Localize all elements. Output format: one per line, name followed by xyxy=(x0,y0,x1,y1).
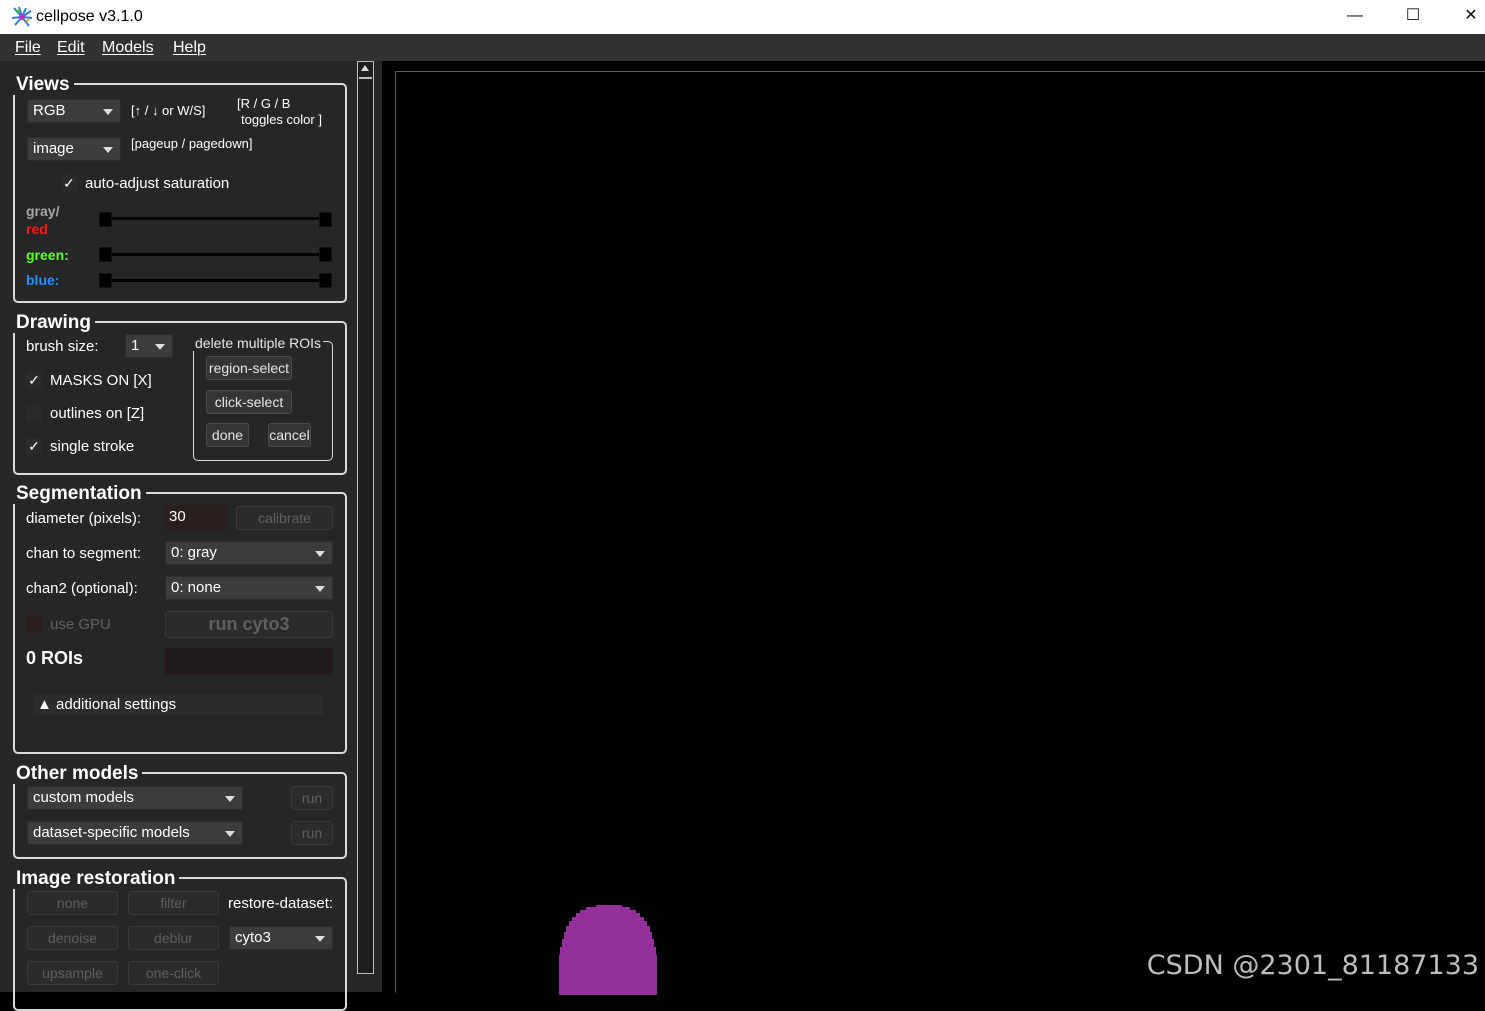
menu-models[interactable]: Models xyxy=(102,39,154,57)
run-cyto3-button[interactable]: run cyto3 xyxy=(165,611,333,638)
panel-scrollbar[interactable] xyxy=(357,61,374,974)
red-label: red xyxy=(26,221,48,237)
rois-count: 0 ROIs xyxy=(26,648,84,668)
image-restoration-title: Image restoration xyxy=(13,869,180,889)
views-title: Views xyxy=(13,75,74,95)
calibrate-button[interactable]: calibrate xyxy=(236,506,333,530)
color-mode-select[interactable]: RGB xyxy=(27,99,121,123)
chan-segment-value: 0: gray xyxy=(171,544,217,561)
outlines-checkbox[interactable] xyxy=(26,405,42,421)
menu-bar: File Edit Models Help xyxy=(0,34,1485,61)
chevron-down-icon xyxy=(225,831,235,837)
watermark: CSDN @2301_81187133 xyxy=(1146,950,1479,981)
green-slider-max-handle[interactable] xyxy=(319,247,332,262)
none-button[interactable]: none xyxy=(27,891,118,915)
done-button[interactable]: done xyxy=(206,423,249,447)
diameter-input[interactable]: 30 xyxy=(165,505,227,530)
click-select-button[interactable]: click-select xyxy=(206,390,292,414)
image-canvas[interactable] xyxy=(395,71,1485,995)
green-label: green: xyxy=(26,247,69,263)
gray-red-slider-min-handle[interactable] xyxy=(99,212,112,227)
upsample-button[interactable]: upsample xyxy=(27,961,118,985)
green-slider-min-handle[interactable] xyxy=(99,247,112,262)
chevron-down-icon xyxy=(103,109,113,115)
chan-segment-select[interactable]: 0: gray xyxy=(165,541,333,565)
menu-help[interactable]: Help xyxy=(173,39,206,57)
chan2-select[interactable]: 0: none xyxy=(165,576,333,600)
restore-dataset-select[interactable]: cyto3 xyxy=(229,926,333,950)
custom-models-select[interactable]: custom models xyxy=(27,786,243,810)
maximize-button[interactable]: ☐ xyxy=(1384,0,1442,34)
custom-models-value: custom models xyxy=(33,789,134,806)
scroll-up-arrow-icon[interactable] xyxy=(361,65,369,71)
additional-settings-toggle[interactable]: ▲ additional settings xyxy=(33,695,323,715)
progress-bar xyxy=(165,648,333,675)
color-mode-value: RGB xyxy=(33,102,66,119)
run-dataset-button[interactable]: run xyxy=(291,821,333,845)
window-title: cellpose v3.1.0 xyxy=(36,8,143,25)
restore-dataset-label: restore-dataset: xyxy=(228,895,334,912)
view-mode-value: image xyxy=(33,140,74,157)
use-gpu-label: use GPU xyxy=(50,616,111,633)
menu-file[interactable]: File xyxy=(15,39,41,57)
masks-label: MASKS ON [X] xyxy=(50,372,152,389)
brush-size-value: 1 xyxy=(131,337,140,354)
brush-size-select[interactable]: 1 xyxy=(125,334,173,358)
one-click-button[interactable]: one-click xyxy=(128,961,219,985)
chevron-down-icon xyxy=(155,344,165,350)
auto-adjust-label: auto-adjust saturation xyxy=(85,175,230,192)
auto-adjust-checkbox[interactable]: ✓ xyxy=(61,175,77,191)
cell-mask[interactable] xyxy=(558,905,662,995)
blue-label: blue: xyxy=(26,272,60,288)
brush-size-label: brush size: xyxy=(26,338,99,355)
outlines-label: outlines on [Z] xyxy=(50,405,145,422)
chevron-down-icon xyxy=(315,586,325,592)
blue-slider-track[interactable] xyxy=(104,279,328,282)
chevron-down-icon xyxy=(315,936,325,942)
filter-button[interactable]: filter xyxy=(128,891,219,915)
use-gpu-checkbox[interactable] xyxy=(26,616,42,632)
segmentation-title: Segmentation xyxy=(13,484,146,504)
gray-label: gray/ xyxy=(26,203,60,219)
color-hint: [↑ / ↓ or W/S] xyxy=(131,103,206,118)
dataset-models-select[interactable]: dataset-specific models xyxy=(27,821,243,845)
dataset-models-value: dataset-specific models xyxy=(33,824,190,841)
cellpose-logo-icon xyxy=(11,6,33,27)
chan2-label: chan2 (optional): xyxy=(26,580,138,597)
toggle-hint-line1: [R / G / B xyxy=(237,96,291,111)
gray-red-slider-max-handle[interactable] xyxy=(319,212,332,227)
chevron-down-icon xyxy=(225,796,235,802)
chan2-value: 0: none xyxy=(171,579,222,596)
view-mode-select[interactable]: image xyxy=(27,137,121,161)
title-bar: cellpose v3.1.0 — ☐ ✕ xyxy=(0,0,1485,34)
diameter-label: diameter (pixels): xyxy=(26,510,142,527)
close-button[interactable]: ✕ xyxy=(1442,0,1485,34)
other-models-title: Other models xyxy=(13,764,143,784)
menu-edit[interactable]: Edit xyxy=(57,39,85,57)
gray-red-slider-track[interactable] xyxy=(104,217,328,220)
region-select-button[interactable]: region-select xyxy=(206,356,292,380)
delete-rois-title: delete multiple ROIs xyxy=(193,335,324,351)
drawing-title: Drawing xyxy=(13,313,95,333)
blue-slider-min-handle[interactable] xyxy=(99,273,112,288)
blue-slider-max-handle[interactable] xyxy=(319,273,332,288)
scroll-divider xyxy=(359,77,372,79)
restore-dataset-value: cyto3 xyxy=(235,929,271,946)
chan-segment-label: chan to segment: xyxy=(26,545,142,562)
deblur-button[interactable]: deblur xyxy=(128,926,219,950)
toggle-hint-line2: toggles color ] xyxy=(241,112,322,127)
denoise-button[interactable]: denoise xyxy=(27,926,118,950)
chevron-down-icon xyxy=(315,551,325,557)
cancel-button[interactable]: cancel xyxy=(268,423,311,447)
green-slider-track[interactable] xyxy=(104,253,328,256)
chevron-down-icon xyxy=(103,147,113,153)
masks-checkbox[interactable]: ✓ xyxy=(26,372,42,388)
single-stroke-checkbox[interactable]: ✓ xyxy=(26,438,42,454)
run-custom-button[interactable]: run xyxy=(291,786,333,810)
view-hint: [pageup / pagedown] xyxy=(131,136,253,151)
single-stroke-label: single stroke xyxy=(50,438,135,455)
minimize-button[interactable]: — xyxy=(1326,0,1384,34)
